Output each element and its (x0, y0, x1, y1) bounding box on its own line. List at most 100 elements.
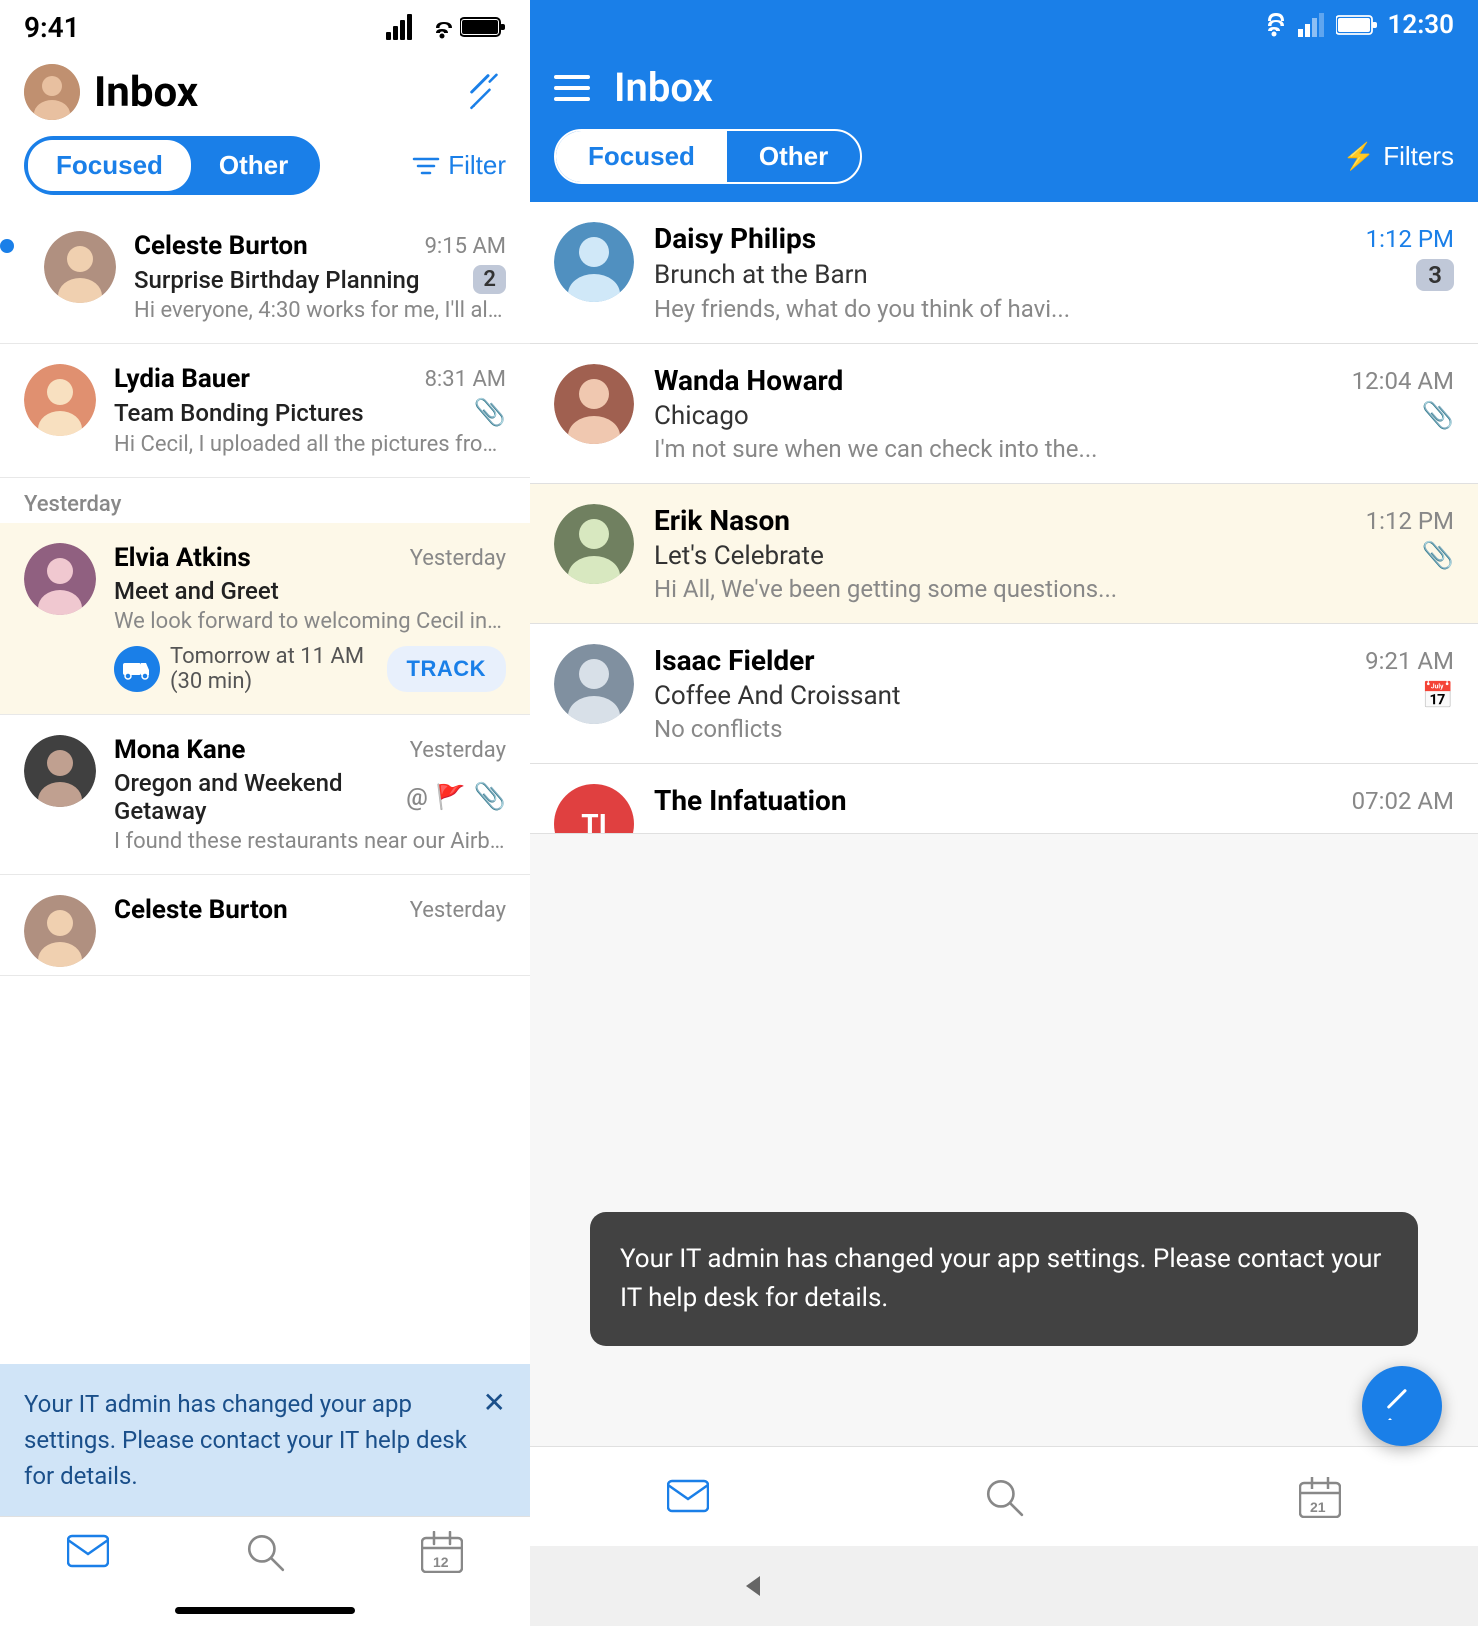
sender-celeste2: Celeste Burton (114, 895, 288, 925)
right-time-isaac: 9:21 AM (1365, 647, 1454, 675)
at-icon-mona: @ (406, 783, 428, 811)
icon-row-mona: @ 🚩 📎 (406, 782, 506, 812)
right-subject-isaac: Coffee And Croissant 📅 (654, 681, 1454, 711)
right-email-content-wanda: Wanda Howard 12:04 AM Chicago 📎 I'm not … (654, 364, 1454, 463)
left-tab-focused[interactable]: Focused (28, 140, 191, 191)
right-tabs: Focused Other ⚡ Filters (530, 129, 1478, 202)
left-tab-other[interactable]: Other (191, 140, 316, 191)
time-celeste2: Yesterday (410, 898, 506, 923)
email-item-elvia[interactable]: Elvia Atkins Yesterday Meet and Greet We… (0, 523, 530, 715)
avatar-lydia (24, 364, 96, 436)
right-email-item-wanda[interactable]: Wanda Howard 12:04 AM Chicago 📎 I'm not … (530, 344, 1478, 484)
right-preview-daisy: Hey friends, what do you think of havi..… (654, 295, 1454, 323)
avatar-celeste (44, 231, 116, 303)
right-time-wanda: 12:04 AM (1352, 367, 1454, 395)
email-content-mona: Mona Kane Yesterday Oregon and Weekend G… (114, 735, 506, 854)
bolt-icon: ⚡ (1343, 141, 1375, 172)
left-nav-mail[interactable] (67, 1531, 109, 1573)
avatar-celeste2 (24, 895, 96, 967)
left-tabs: Focused Other Filter (0, 136, 530, 211)
android-nav-bar (530, 1546, 1478, 1626)
attachment-icon-mona: 📎 (474, 782, 506, 812)
right-sender-isaac: Isaac Fielder (654, 644, 815, 677)
right-email-content-daisy: Daisy Philips 1:12 PM Brunch at the Barn… (654, 222, 1454, 323)
time-celeste: 9:15 AM (425, 234, 506, 259)
avatar-mona (24, 735, 96, 807)
section-yesterday: Yesterday (0, 478, 530, 523)
signal-icon (386, 14, 412, 40)
email-content-lydia: Lydia Bauer 8:31 AM Team Bonding Picture… (114, 364, 506, 457)
right-tab-focused[interactable]: Focused (556, 131, 727, 182)
right-sender-wanda: Wanda Howard (654, 364, 843, 397)
right-nav-mail[interactable] (667, 1476, 709, 1518)
right-tab-other[interactable]: Other (727, 131, 860, 182)
home-indicator (175, 1607, 355, 1614)
right-status-bar: 12:30 (530, 0, 1478, 50)
left-panel: 9:41 (0, 0, 530, 1626)
preview-elvia: We look forward to welcoming Cecil in t.… (114, 609, 506, 634)
it-banner-close-left[interactable]: ✕ (469, 1386, 506, 1419)
left-nav-search[interactable] (244, 1531, 286, 1573)
right-preview-isaac: No conflicts (654, 715, 1454, 743)
right-sender-daisy: Daisy Philips (654, 222, 816, 255)
left-inbox-title: Inbox (94, 68, 198, 117)
track-button[interactable]: TRACK (387, 646, 507, 692)
subject-lydia: Team Bonding Pictures 📎 (114, 398, 506, 428)
right-email-item-isaac[interactable]: Isaac Fielder 9:21 AM Coffee And Croissa… (530, 624, 1478, 764)
filters-label: Filters (1383, 141, 1454, 172)
right-email-list: Daisy Philips 1:12 PM Brunch at the Barn… (530, 202, 1478, 1626)
attachment-icon-erik: 📎 (1422, 541, 1454, 571)
time-elvia: Yesterday (410, 546, 506, 571)
email-content-celeste2: Celeste Burton Yesterday (114, 895, 506, 929)
flag-icon-mona: 🚩 (436, 783, 466, 811)
tooltip-popup: Your IT admin has changed your app setti… (590, 1212, 1418, 1346)
left-filter-button[interactable]: Filter (412, 150, 506, 181)
battery-icon (460, 15, 506, 39)
email-item-celeste[interactable]: Celeste Burton 9:15 AM Surprise Birthday… (0, 211, 530, 344)
svg-text:21: 21 (1310, 1499, 1326, 1515)
subject-mona: Oregon and Weekend Getaway @ 🚩 📎 (114, 769, 506, 825)
right-bottom-nav: 21 (530, 1446, 1478, 1546)
right-header: Inbox (530, 50, 1478, 129)
subject-celeste: Surprise Birthday Planning 2 (134, 265, 506, 294)
right-time-daisy: 1:12 PM (1366, 225, 1454, 253)
hamburger-menu[interactable] (554, 75, 590, 101)
compose-button[interactable] (466, 72, 506, 112)
email-item-lydia[interactable]: Lydia Bauer 8:31 AM Team Bonding Picture… (0, 344, 530, 478)
badge-daisy: 3 (1416, 259, 1454, 291)
time-lydia: 8:31 AM (425, 367, 506, 392)
right-email-content-erik: Erik Nason 1:12 PM Let's Celebrate 📎 Hi … (654, 504, 1454, 603)
android-back-btn[interactable] (736, 1570, 768, 1602)
right-tab-group: Focused Other (554, 129, 862, 184)
right-preview-wanda: I'm not sure when we can check into the.… (654, 435, 1454, 463)
right-subject-erik: Let's Celebrate 📎 (654, 541, 1454, 571)
left-status-time: 9:41 (24, 11, 80, 44)
avatar-infatuation: TI (554, 784, 634, 834)
email-item-mona[interactable]: Mona Kane Yesterday Oregon and Weekend G… (0, 715, 530, 875)
tracking-text: Tomorrow at 11 AM (30 min) (170, 644, 377, 694)
preview-lydia: Hi Cecil, I uploaded all the pictures fr… (114, 432, 506, 457)
right-filters-button[interactable]: ⚡ Filters (1343, 141, 1454, 172)
subject-elvia: Meet and Greet (114, 577, 506, 605)
user-avatar[interactable] (24, 64, 80, 120)
right-nav-search[interactable] (983, 1476, 1025, 1518)
unread-indicator (0, 239, 14, 253)
attachment-icon-wanda: 📎 (1422, 401, 1454, 431)
right-email-item-infatuation[interactable]: TI The Infatuation 07:02 AM (530, 764, 1478, 834)
right-email-item-daisy[interactable]: Daisy Philips 1:12 PM Brunch at the Barn… (530, 202, 1478, 344)
right-battery-icon (1336, 14, 1378, 36)
left-header-left: Inbox (24, 64, 198, 120)
right-subject-daisy: Brunch at the Barn 3 (654, 259, 1454, 291)
right-sender-infatuation: The Infatuation (654, 784, 847, 817)
right-email-item-erik[interactable]: Erik Nason 1:12 PM Let's Celebrate 📎 Hi … (530, 484, 1478, 624)
sender-elvia: Elvia Atkins (114, 543, 251, 573)
left-nav-calendar[interactable]: 12 (421, 1531, 463, 1573)
right-signal-icon (1298, 13, 1326, 37)
avatar-wanda (554, 364, 634, 444)
email-content-celeste: Celeste Burton 9:15 AM Surprise Birthday… (134, 231, 506, 323)
right-nav-calendar[interactable]: 21 (1299, 1476, 1341, 1518)
tracking-row: Tomorrow at 11 AM (30 min) TRACK (114, 644, 506, 694)
email-item-celeste2[interactable]: Celeste Burton Yesterday (0, 875, 530, 976)
avatar-erik (554, 504, 634, 584)
compose-fab[interactable] (1362, 1366, 1442, 1446)
